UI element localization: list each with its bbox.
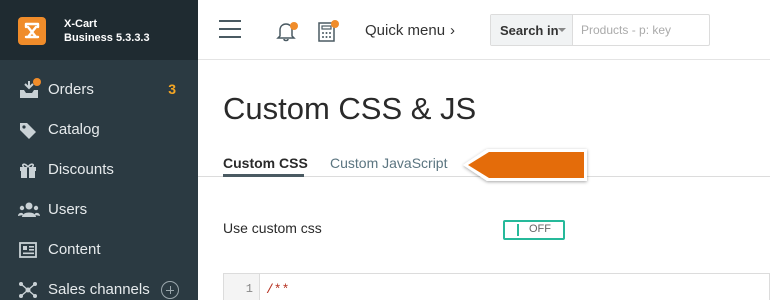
line-number: 1: [245, 282, 253, 296]
search-box: Search in: [490, 14, 710, 46]
caret-down-icon: [558, 28, 566, 32]
search-scope-select[interactable]: Search in: [491, 15, 573, 45]
active-tab-indicator: [223, 174, 304, 177]
top-bar: Quick menu › Search in: [198, 0, 770, 60]
code-editor[interactable]: 1 /**: [223, 273, 770, 300]
toggle-state-label: OFF: [529, 223, 551, 235]
code-line[interactable]: /**: [266, 282, 289, 297]
chevron-right-icon[interactable]: ›: [450, 22, 455, 39]
custom-css-toggle[interactable]: OFF: [503, 220, 565, 240]
sidebar-item-content[interactable]: Content: [0, 230, 198, 270]
brand-header: X-Cart Business 5.3.3.3: [0, 0, 198, 60]
quick-menu-button[interactable]: Quick menu: [365, 22, 445, 39]
calculator-notification-dot: [331, 20, 339, 28]
hamburger-menu-icon[interactable]: [219, 20, 241, 38]
sidebar-nav: Orders 3 Catalog Discounts Users Content…: [0, 70, 198, 300]
gift-icon: [18, 160, 38, 180]
sidebar-item-sales-channels[interactable]: Sales channels: [0, 270, 198, 300]
main-content: Custom CSS & JS Custom CSS Custom JavaSc…: [198, 61, 770, 300]
orders-count-badge: 3: [168, 81, 176, 97]
search-scope-label: Search in: [500, 23, 559, 38]
sidebar-item-label: Content: [48, 241, 101, 258]
add-sales-channel-icon[interactable]: [161, 281, 179, 299]
sales-channels-icon: [18, 280, 38, 300]
sidebar-item-catalog[interactable]: Catalog: [0, 110, 198, 150]
sidebar-item-label: Users: [48, 201, 88, 218]
bell-icon[interactable]: [275, 20, 298, 42]
bell-notification-dot: [290, 22, 298, 30]
toggle-knob: [508, 224, 519, 236]
xcart-logo-icon[interactable]: [18, 17, 46, 45]
users-icon: [18, 200, 40, 220]
calculator-icon[interactable]: [316, 19, 339, 43]
orders-notification-dot: [33, 78, 41, 86]
tag-icon: [18, 120, 38, 140]
sidebar-item-users[interactable]: Users: [0, 190, 198, 230]
brand-text: X-Cart Business 5.3.3.3: [64, 17, 150, 45]
use-custom-css-label: Use custom css: [223, 220, 322, 236]
sidebar-item-discounts[interactable]: Discounts: [0, 150, 198, 190]
sidebar-item-orders[interactable]: Orders 3: [0, 70, 198, 110]
sidebar-item-label: Sales channels: [48, 281, 150, 298]
sidebar-item-label: Discounts: [48, 161, 114, 178]
sidebar-item-label: Catalog: [48, 121, 100, 138]
sidebar: X-Cart Business 5.3.3.3 Orders 3 Catalog…: [0, 0, 198, 300]
callout-arrow-icon: [463, 149, 587, 181]
editor-gutter: 1: [224, 274, 260, 300]
content-icon: [18, 240, 38, 260]
brand-version: Business 5.3.3.3: [64, 32, 150, 44]
sidebar-item-label: Orders: [48, 81, 94, 98]
tab-custom-javascript[interactable]: Custom JavaScript: [330, 155, 447, 177]
page-title: Custom CSS & JS: [223, 91, 477, 126]
brand-name: X-Cart: [64, 18, 98, 30]
search-input[interactable]: [575, 16, 709, 44]
